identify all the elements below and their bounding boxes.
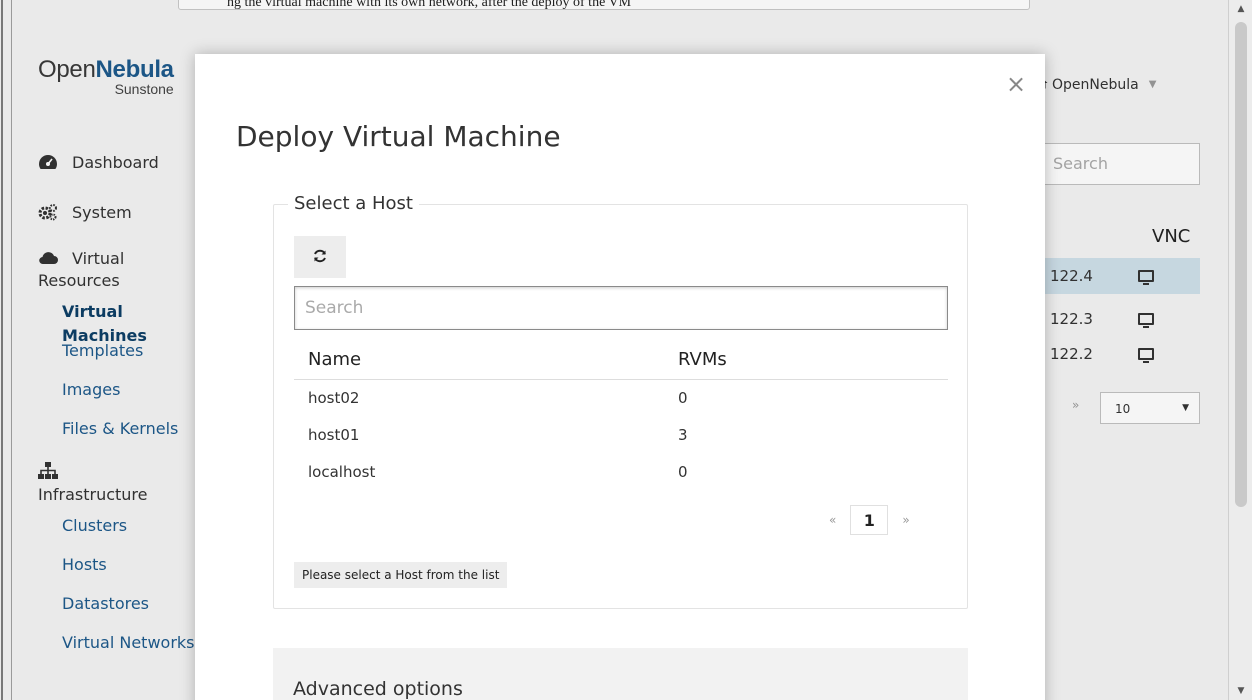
pagination-next[interactable]: » <box>902 513 909 527</box>
scroll-down-icon[interactable]: ▼ <box>1229 682 1252 700</box>
pagination-prev[interactable]: « <box>829 513 836 527</box>
app-page: ng the virtual machine with its own netw… <box>12 0 1228 700</box>
host-search-input[interactable] <box>294 286 948 330</box>
scrollbar-thumb[interactable] <box>1235 22 1247 507</box>
selection-hint: Please select a Host from the list <box>294 562 508 588</box>
pagination: « 1 » <box>829 505 910 535</box>
refresh-icon <box>313 249 327 266</box>
host-name-cell: host02 <box>308 388 360 407</box>
host-rvms-cell: 3 <box>678 425 688 444</box>
dialog-title: Deploy Virtual Machine <box>236 120 561 153</box>
table-header-row: Name RVMs <box>294 341 948 380</box>
column-header-rvms[interactable]: RVMs <box>664 341 948 380</box>
refresh-button[interactable] <box>294 236 346 278</box>
host-rvms-cell: 0 <box>678 462 688 481</box>
table-row[interactable]: host01 3 <box>294 416 948 453</box>
host-name-cell: host01 <box>308 425 360 444</box>
host-rvms-cell: 0 <box>678 388 688 407</box>
deploy-vm-dialog: × Deploy Virtual Machine Select a Host N… <box>195 54 1045 700</box>
select-host-fieldset: Select a Host Name RVMs host02 0 <box>273 193 968 609</box>
scroll-up-icon[interactable]: ▲ <box>1229 0 1252 18</box>
column-header-name[interactable]: Name <box>294 341 664 380</box>
window-border <box>0 0 12 700</box>
close-icon[interactable]: × <box>1006 70 1026 98</box>
advanced-options-label: Advanced options <box>293 678 463 700</box>
vertical-scrollbar[interactable]: ▲ ▼ <box>1228 0 1252 700</box>
hosts-table: Name RVMs host02 0 host01 3 localhost 0 <box>294 341 948 490</box>
advanced-options-section[interactable]: Advanced options <box>273 648 968 700</box>
host-name-cell: localhost <box>308 462 376 481</box>
table-row[interactable]: host02 0 <box>294 379 948 416</box>
fieldset-legend: Select a Host <box>288 193 419 214</box>
pagination-page[interactable]: 1 <box>850 505 889 535</box>
table-row[interactable]: localhost 0 <box>294 453 948 490</box>
